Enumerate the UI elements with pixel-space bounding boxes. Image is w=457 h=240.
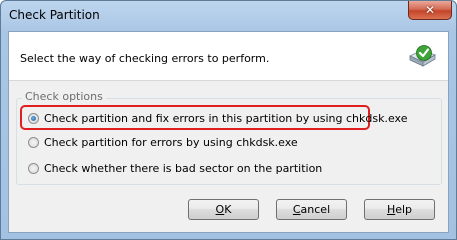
help-mnemonic: H	[386, 203, 396, 216]
cancel-button[interactable]: Cancel	[276, 199, 347, 220]
cancel-label: ancel	[300, 203, 331, 216]
option-bad-sector-label: Check whether there is bad sector on the…	[44, 162, 323, 175]
radio-fix-errors[interactable]	[28, 113, 39, 124]
option-check-errors-label: Check partition for errors by using chkd…	[44, 136, 298, 149]
window-title: Check Partition	[9, 8, 100, 22]
option-check-errors[interactable]: Check partition for errors by using chkd…	[28, 136, 298, 149]
radio-check-errors[interactable]	[28, 137, 39, 148]
option-bad-sector[interactable]: Check whether there is bad sector on the…	[28, 162, 322, 175]
close-icon: ✕	[424, 3, 436, 17]
ok-button[interactable]: OK	[188, 199, 259, 220]
dialog-window: Check Partition ✕ Select the way of chec…	[0, 0, 457, 240]
check-options-legend: Check options	[22, 90, 106, 103]
option-fix-errors-label: Check partition and fix errors in this p…	[44, 112, 408, 125]
help-button[interactable]: Help	[364, 199, 435, 220]
close-button[interactable]: ✕	[408, 1, 452, 20]
instruction-text: Select the way of checking errors to per…	[20, 52, 270, 65]
title-bar[interactable]: Check Partition ✕	[1, 1, 456, 31]
option-fix-errors[interactable]: Check partition and fix errors in this p…	[28, 112, 407, 125]
dialog-body: Select the way of checking errors to per…	[8, 31, 449, 233]
radio-bad-sector[interactable]	[28, 163, 39, 174]
dialog-header: Select the way of checking errors to per…	[9, 32, 448, 81]
cancel-mnemonic: C	[292, 203, 301, 216]
ok-mnemonic: O	[215, 203, 225, 216]
ok-label: K	[224, 203, 232, 216]
disk-check-icon	[409, 45, 436, 67]
help-label: elp	[395, 203, 413, 216]
